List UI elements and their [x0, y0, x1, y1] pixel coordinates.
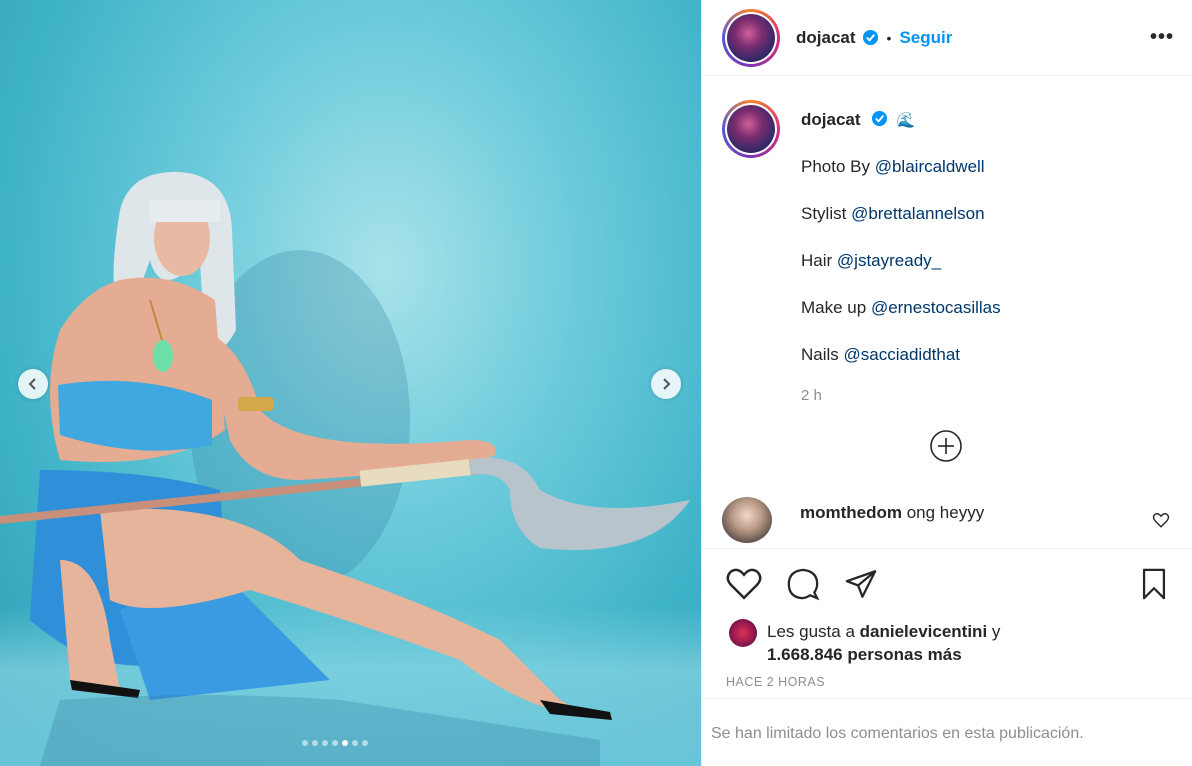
- likes-count[interactable]: 1.668.846 personas más: [730, 643, 1000, 666]
- caption-line-label: Hair: [801, 251, 837, 270]
- slide-dot: [302, 740, 308, 746]
- caption-avatar[interactable]: [722, 100, 780, 158]
- caption-line: Photo By @blaircaldwell: [801, 157, 1001, 177]
- chevron-right-icon: [663, 378, 671, 390]
- heart-icon[interactable]: [725, 567, 763, 601]
- header-separator: •: [886, 29, 892, 46]
- prev-slide-button[interactable]: [18, 369, 48, 399]
- caption-time: 2 h: [801, 387, 822, 404]
- verified-badge-icon: [862, 29, 878, 46]
- comments-limited-notice: Se han limitado los comentarios en esta …: [701, 698, 1192, 766]
- follow-button[interactable]: Seguir: [899, 28, 952, 48]
- avatar-image: [727, 13, 775, 62]
- save-bookmark-icon[interactable]: [1137, 567, 1171, 601]
- caption: dojacat 🌊 Photo By @blaircaldwell Stylist…: [722, 100, 1172, 404]
- caption-username[interactable]: dojacat: [801, 110, 861, 129]
- mention-link[interactable]: @ernestocasillas: [871, 298, 1001, 317]
- mention-link[interactable]: @sacciadidthat: [844, 345, 961, 364]
- post-header: dojacat • Seguir •••: [702, 0, 1192, 76]
- slide-dot: [312, 740, 318, 746]
- comment-avatar[interactable]: [722, 497, 772, 543]
- slide-dot: [352, 740, 358, 746]
- caption-line-label: Nails: [801, 345, 844, 364]
- likes-summary: Les gusta a danielevicentini y 1.668.846…: [730, 620, 1000, 666]
- post-time-ago[interactable]: HACE 2 HORAS: [726, 675, 825, 689]
- verified-badge-icon: [871, 110, 888, 127]
- likes-mid: y: [987, 622, 1001, 641]
- avatar[interactable]: [722, 8, 780, 67]
- likes-user[interactable]: danielevicentini: [860, 622, 988, 641]
- caption-line: Stylist @brettalannelson: [801, 204, 1001, 224]
- mention-link[interactable]: @jstayready_: [837, 251, 941, 270]
- action-bar: [701, 548, 1192, 601]
- slide-dot: [362, 740, 368, 746]
- comment-item: momthedom ong heyyy: [722, 497, 1192, 543]
- post-media[interactable]: [0, 0, 701, 766]
- caption-line-label: Make up: [801, 298, 871, 317]
- avatar-image: [727, 105, 775, 153]
- slide-dot: [332, 740, 338, 746]
- caption-lines: Photo By @blaircaldwell Stylist @brettala…: [801, 157, 1001, 365]
- more-options-icon[interactable]: •••: [1150, 26, 1174, 49]
- load-more-comments-icon[interactable]: [928, 430, 964, 466]
- share-icon[interactable]: [843, 567, 879, 601]
- mention-link[interactable]: @brettalannelson: [851, 204, 985, 223]
- comment-icon[interactable]: [785, 567, 821, 601]
- comment-text: ong heyyy: [902, 503, 985, 522]
- caption-line: Make up @ernestocasillas: [801, 298, 1001, 318]
- comment-username[interactable]: momthedom: [800, 503, 902, 522]
- caption-line-label: Photo By: [801, 157, 875, 176]
- comment-like-icon[interactable]: [1152, 511, 1170, 529]
- slide-indicator: [302, 740, 368, 746]
- next-slide-button[interactable]: [651, 369, 681, 399]
- chevron-left-icon: [28, 378, 36, 390]
- likes-prefix: Les gusta a: [767, 622, 860, 641]
- slide-dot: [322, 740, 328, 746]
- header-username[interactable]: dojacat: [796, 28, 856, 48]
- post-photo: [0, 171, 690, 766]
- wave-emoji: 🌊: [896, 112, 916, 129]
- slide-dot: [342, 740, 348, 746]
- caption-line: Hair @jstayready_: [801, 251, 1001, 271]
- caption-line: Nails @sacciadidthat: [801, 345, 1001, 365]
- caption-line-label: Stylist: [801, 204, 852, 223]
- instagram-post: dojacat • Seguir ••• dojacat 🌊 Photo By …: [0, 0, 1192, 766]
- mention-link[interactable]: @blaircaldwell: [875, 157, 985, 176]
